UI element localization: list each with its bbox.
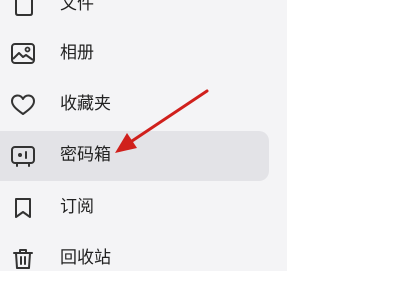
sidebar-item-label: 文件	[60, 0, 94, 14]
bookmark-icon	[10, 196, 36, 220]
sidebar-item-subscriptions[interactable]: 订阅	[0, 183, 269, 233]
sidebar-item-label: 订阅	[60, 197, 94, 217]
heart-icon	[10, 93, 36, 117]
sidebar-item-label: 密码箱	[60, 145, 111, 165]
sidebar-item-files[interactable]: 文件	[0, 0, 269, 30]
trash-icon	[10, 247, 36, 271]
sidebar-item-album[interactable]: 相册	[0, 29, 269, 79]
sidebar-item-recycle-bin[interactable]: 回收站	[0, 234, 269, 284]
main-content	[287, 0, 400, 271]
sidebar-item-label: 收藏夹	[60, 94, 111, 114]
sidebar: 文件 相册 收藏夹 密码箱 订阅 回收站	[0, 0, 287, 271]
sidebar-item-password-box[interactable]: 密码箱	[0, 131, 269, 181]
file-icon	[10, 0, 36, 17]
safe-icon	[10, 144, 36, 168]
sidebar-item-label: 回收站	[60, 248, 111, 268]
sidebar-item-favorites[interactable]: 收藏夹	[0, 80, 269, 130]
image-icon	[10, 42, 36, 66]
sidebar-item-label: 相册	[60, 43, 94, 63]
